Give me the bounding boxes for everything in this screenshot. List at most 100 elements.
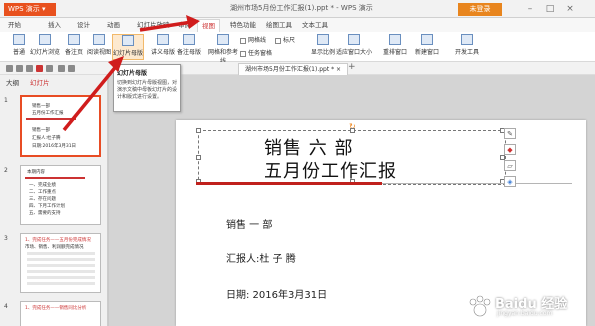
minimize-button[interactable]: – <box>520 2 540 16</box>
maximize-button[interactable]: □ <box>540 2 560 16</box>
thumb-text: 本期内容 <box>27 170 45 175</box>
reading-view-label: 阅读视图 <box>86 49 111 56</box>
watermark: Baidu 经验 jingyan.baidu.com <box>465 292 590 322</box>
thumb-text: 二、工作重点 <box>29 190 56 195</box>
tab-text-tools[interactable]: 文本工具 <box>298 19 332 32</box>
tab-review[interactable]: 审阅 <box>174 19 195 32</box>
tab-drawing-tools[interactable]: 绘图工具 <box>262 19 296 32</box>
fit-window-button[interactable]: 适应窗口大小 <box>334 34 374 60</box>
tooltip-title: 幻灯片母版 <box>117 70 148 77</box>
developer-tools-button[interactable]: 开发工具 <box>450 34 484 60</box>
slide-master-button[interactable]: 幻灯片母版 <box>112 34 144 60</box>
tab-special[interactable]: 特色功能 <box>226 19 260 32</box>
grid-guides-button[interactable]: 网格和参考线 <box>206 34 240 65</box>
thumb-text: 五、需要的支持 <box>29 211 61 216</box>
tab-insert[interactable]: 插入 <box>44 19 65 32</box>
notes-master-button[interactable]: 备注母版 <box>172 34 206 60</box>
notes-master-label: 备注母版 <box>176 49 201 56</box>
tab-animation[interactable]: 动画 <box>103 19 124 32</box>
thumb-text: 1、完成任务——销售同比分析 <box>25 306 87 311</box>
slide-thumbnail[interactable]: 本期内容 一、完成业绩 二、工作重点 三、存在问题 四、下月工作计划 五、需要的… <box>20 165 101 225</box>
fit-window-label: 适应窗口大小 <box>335 49 372 56</box>
fit-window-icon <box>348 34 360 45</box>
thumb-text: 四、下月工作计划 <box>29 204 65 209</box>
normal-view-label: 普通 <box>12 49 25 56</box>
notes-page-icon <box>68 34 80 45</box>
folder-icon[interactable] <box>6 65 13 72</box>
gridlines-checkbox[interactable]: 网格线 <box>240 35 266 44</box>
watermark-url: jingyan.baidu.com <box>497 310 553 317</box>
resize-handle[interactable] <box>196 128 201 133</box>
thumb-underline <box>25 177 85 179</box>
slide-dept[interactable]: 销售 一 部 <box>226 216 272 231</box>
slide-reporter[interactable]: 汇报人:杜 子 腾 <box>226 250 296 265</box>
gridlines-label: 网格线 <box>248 37 267 44</box>
slide-browse-icon <box>39 34 51 45</box>
task-pane-checkbox[interactable]: 任务窗格 <box>240 48 272 57</box>
slide-date[interactable]: 日期: 2016年3月31日 <box>226 286 327 301</box>
slides-tab[interactable]: 幻灯片 <box>30 77 50 87</box>
ribbon: 普通 幻灯片浏览 备注页 阅读视图 幻灯片母版 讲义母版 备注母版 网格和参考线… <box>0 32 595 65</box>
thumb-text: 汇报人:杜子腾 <box>32 136 61 141</box>
zoom-icon <box>317 34 329 45</box>
thumb-underline <box>26 118 76 120</box>
document-tab[interactable]: 湖州市场5月份工作汇报(1).ppt * × <box>238 63 349 75</box>
new-tab-icon[interactable]: + <box>348 62 356 72</box>
thumb-text: 销售一部 <box>32 104 50 109</box>
tab-slideshow[interactable]: 幻灯片放映 <box>133 19 174 32</box>
login-button[interactable]: 未登录 <box>458 3 502 16</box>
redo-icon[interactable] <box>68 65 75 72</box>
developer-tools-icon <box>461 34 473 45</box>
reading-view-button[interactable]: 阅读视图 <box>82 34 116 60</box>
thumb-number: 3 <box>4 235 8 242</box>
resize-handle[interactable] <box>350 128 355 133</box>
grid-guides-icon <box>217 34 229 45</box>
pdf-icon[interactable] <box>36 65 43 72</box>
save-icon[interactable] <box>16 65 23 72</box>
notes-page-label: 备注页 <box>64 49 83 56</box>
thumb-text: 三、存在问题 <box>29 197 56 202</box>
tab-home[interactable]: 开始 <box>4 19 25 32</box>
app-menu-button[interactable]: WPS 演示 ▾ <box>4 3 56 16</box>
new-window-label: 新建窗口 <box>414 49 439 56</box>
quick-access-bar: 湖州市场5月份工作汇报(1).ppt * × + <box>0 62 595 75</box>
tab-view[interactable]: 视图 <box>197 19 220 32</box>
gridlines-check-box <box>240 37 246 44</box>
thumb-text: 日期:2016年3月31日 <box>32 144 77 149</box>
outline-icon[interactable]: ▱ <box>504 160 516 171</box>
preview-icon[interactable] <box>46 65 53 72</box>
print-icon[interactable] <box>26 65 33 72</box>
ruler-checkbox[interactable]: 标尺 <box>275 35 295 44</box>
close-button[interactable]: × <box>560 2 580 16</box>
document-tab-label: 湖州市场5月份工作汇报(1).ppt * <box>245 66 335 73</box>
effects-icon[interactable]: ◈ <box>504 176 516 187</box>
handout-master-icon <box>157 34 169 45</box>
slide-title-line2[interactable]: 五月份工作汇报 <box>264 157 397 183</box>
thumb-number: 2 <box>4 167 8 174</box>
edit-icon[interactable]: ✎ <box>504 128 516 139</box>
window-controls: – □ × <box>520 2 580 16</box>
tab-design[interactable]: 设计 <box>73 19 94 32</box>
task-pane-check-box <box>240 50 246 57</box>
normal-view-icon <box>13 34 25 45</box>
slide-thumbnail[interactable]: 销售一部 五月份工作汇报 销售一部 汇报人:杜子腾 日期:2016年3月31日 <box>20 95 101 157</box>
arrange-window-button[interactable]: 重排窗口 <box>378 34 412 60</box>
tooltip-body: 切换到幻灯片母版视图，对演示文稿中母板幻灯片的设计和版式进行设置。 <box>117 80 178 100</box>
slide-master-icon <box>122 35 134 46</box>
outline-tab[interactable]: 大纲 <box>6 77 19 87</box>
slide-thumbnail[interactable]: 1、完成任务——五月份完成情况 市场、销售、利润额完成情况 <box>20 233 101 293</box>
title-bar: WPS 演示 ▾ 湖州市场5月份工作汇报(1).ppt * - WPS 演示 未… <box>0 0 595 18</box>
title-underline <box>196 182 382 185</box>
thumb-text: 销售一部 <box>32 128 50 133</box>
slide-master-tooltip: 幻灯片母版 切换到幻灯片母版视图，对演示文稿中母板幻灯片的设计和版式进行设置。 <box>113 64 181 112</box>
slide-canvas[interactable]: ↻ 销售 六 部 五月份工作汇报 销售 一 部 汇报人:杜 子 腾 日期: 20… <box>109 75 595 326</box>
undo-icon[interactable] <box>58 65 65 72</box>
slide-thumbnail-panel: 大纲 幻灯片 1 销售一部 五月份工作汇报 销售一部 汇报人:杜子腾 日期:20… <box>0 75 108 326</box>
title-divider <box>382 183 572 184</box>
resize-handle[interactable] <box>196 155 201 160</box>
thumb-table <box>27 252 95 288</box>
slide-master-label: 幻灯片母版 <box>113 50 144 57</box>
slide-thumbnail[interactable]: 1、完成任务——销售同比分析 <box>20 301 101 326</box>
fill-icon[interactable]: ◆ <box>504 144 516 155</box>
new-window-button[interactable]: 新建窗口 <box>410 34 444 60</box>
